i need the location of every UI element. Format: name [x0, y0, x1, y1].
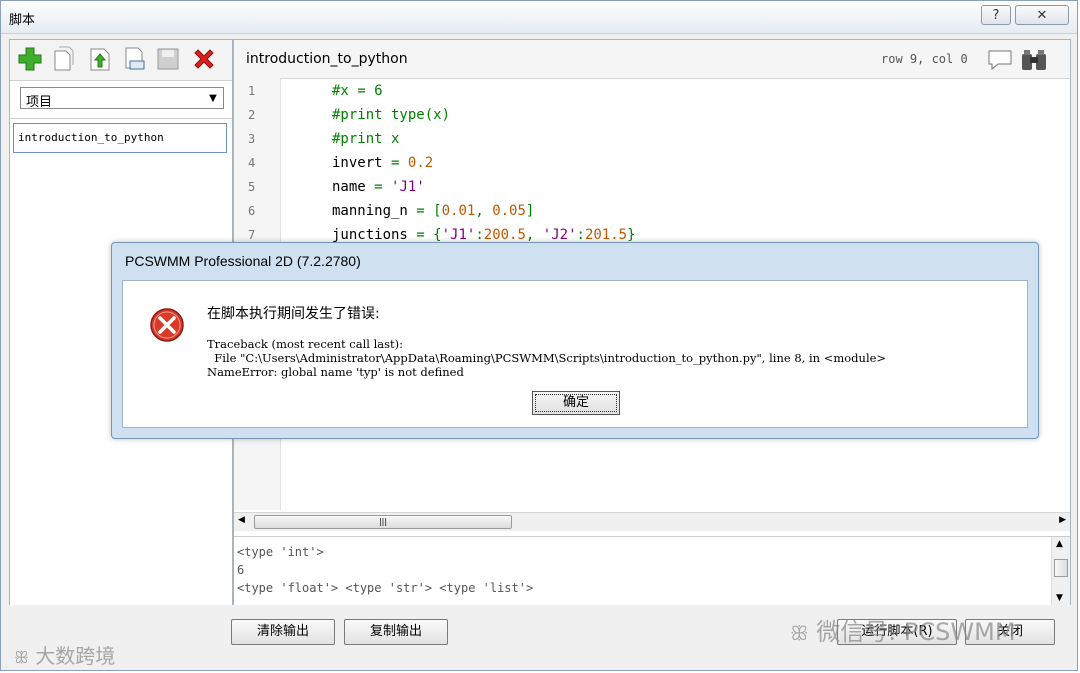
list-item[interactable]: introduction_to_python: [13, 123, 227, 153]
code-line-2: #print type(x): [332, 107, 451, 123]
dialog-body: 在脚本执行期间发生了错误: Traceback (most recent cal…: [122, 280, 1028, 428]
output-area[interactable]: <type 'int'> 6 <type 'float'> <type 'str…: [234, 536, 1070, 605]
cursor-position: row 9, col 0: [881, 52, 968, 66]
editor-header: introduction_to_python row 9, col 0: [234, 40, 1070, 79]
horizontal-scrollbar[interactable]: ◀ ||| ▶: [234, 512, 1070, 531]
line-number: 6: [248, 204, 256, 218]
error-icon: [149, 307, 185, 347]
script-toolbar: [10, 40, 232, 81]
line-number: 7: [248, 228, 256, 242]
line-number: 4: [248, 156, 256, 170]
line-number: 3: [248, 132, 256, 146]
vertical-scrollbar[interactable]: ▲ ▼: [1051, 537, 1070, 605]
watermark-right: ꕥ 微信号: PCSWMM: [790, 612, 1016, 647]
watermark-left: ꕥ 大数跨境: [14, 640, 115, 669]
scroll-right-icon[interactable]: ▶: [1059, 515, 1066, 525]
delete-icon[interactable]: [190, 45, 218, 73]
watermark-right-text: 微信号: PCSWMM: [816, 618, 1016, 646]
output-line: <type 'int'>: [237, 545, 324, 559]
scroll-up-icon[interactable]: ▲: [1056, 539, 1063, 549]
dialog-message: 在脚本执行期间发生了错误:: [207, 306, 380, 322]
code-line-7: junctions = {'J1':200.5, 'J2':201.5}: [332, 227, 636, 243]
project-dropdown[interactable]: 项目 ▼: [20, 87, 224, 110]
file-name: introduction_to_python: [246, 51, 408, 67]
watermark-logo-icon: ꕥ: [14, 648, 29, 667]
copy-document-icon[interactable]: [50, 45, 78, 73]
dropdown-value: 项目: [26, 95, 53, 110]
code-line-4: invert = 0.2: [332, 155, 434, 171]
copy-output-button[interactable]: 复制输出: [344, 619, 448, 645]
clear-output-button[interactable]: 清除输出: [231, 619, 335, 645]
output-line: <type 'float'> <type 'str'> <type 'list'…: [237, 581, 534, 595]
scroll-thumb[interactable]: [1054, 559, 1068, 577]
code-line-5: name = 'J1': [332, 179, 425, 195]
line-number: 5: [248, 180, 256, 194]
help-button[interactable]: ?: [981, 5, 1011, 25]
traceback-line: File "C:\Users\Administrator\AppData\Roa…: [207, 351, 887, 365]
ok-button[interactable]: 确定: [532, 391, 620, 415]
error-dialog: PCSWMM Professional 2D (7.2.2780) 在脚本执行期…: [111, 242, 1039, 439]
print-preview-icon[interactable]: [120, 45, 148, 73]
line-number: 2: [248, 108, 256, 122]
line-number: 1: [248, 84, 256, 98]
binoculars-icon[interactable]: [1020, 48, 1048, 76]
code-line-3: #print x: [332, 131, 400, 147]
output-line: 6: [237, 563, 245, 577]
traceback-line: Traceback (most recent call last):: [207, 337, 404, 351]
scroll-down-icon[interactable]: ▼: [1056, 593, 1063, 603]
title-bar: 脚本 ? ✕: [1, 1, 1077, 34]
code-line-6: manning_n = [0.01, 0.05]: [332, 203, 535, 219]
watermark-left-text: 大数跨境: [35, 644, 116, 668]
scroll-left-icon[interactable]: ◀: [238, 515, 245, 525]
import-icon[interactable]: [86, 45, 114, 73]
chevron-down-icon[interactable]: ▼: [203, 88, 223, 108]
save-icon[interactable]: [154, 45, 182, 73]
code-line-1: #x = 6: [332, 83, 383, 99]
add-icon[interactable]: [16, 45, 44, 73]
traceback-line: NameError: global name 'typ' is not defi…: [207, 365, 464, 379]
watermark-logo-icon: ꕥ: [790, 621, 809, 645]
scroll-thumb[interactable]: |||: [254, 515, 512, 529]
close-window-button[interactable]: ✕: [1015, 5, 1069, 25]
window-title: 脚本: [9, 13, 36, 28]
dialog-title: PCSWMM Professional 2D (7.2.2780): [125, 253, 361, 269]
comment-icon[interactable]: [987, 49, 1013, 75]
